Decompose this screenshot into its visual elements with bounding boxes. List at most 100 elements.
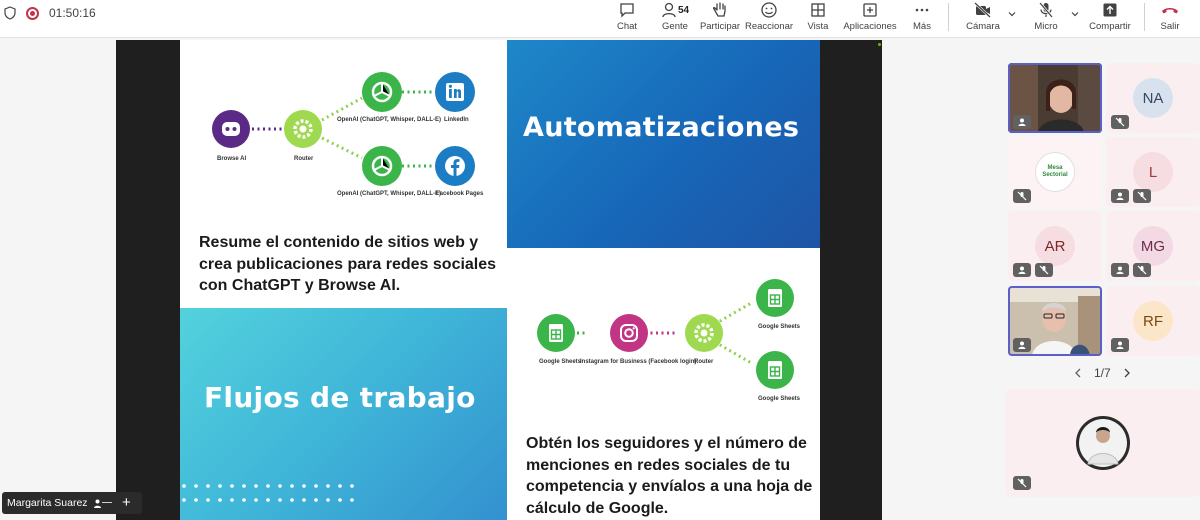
participant-tile-video[interactable] xyxy=(1008,63,1102,133)
meeting-timer: 01:50:16 xyxy=(49,6,96,20)
people-button[interactable]: 54 Gente xyxy=(658,0,692,38)
mic-muted-icon xyxy=(1133,189,1151,203)
google-sheets-label-left: Google Sheets xyxy=(539,359,582,365)
mic-muted-icon xyxy=(1035,263,1053,277)
slide-text-summary: Resume el contenido de sitios web y crea… xyxy=(199,234,497,294)
raise-hand-button[interactable]: Participar xyxy=(700,0,740,38)
camera-off-icon xyxy=(974,2,991,18)
linkedin-icon xyxy=(446,83,464,101)
avatar-na: NA xyxy=(1133,78,1173,118)
browse-ai-node xyxy=(212,110,250,148)
instagram-icon xyxy=(620,324,638,342)
mic-muted-icon xyxy=(1111,115,1129,129)
participant-tile-rf[interactable]: RF xyxy=(1106,286,1200,356)
slide-panel-top-right xyxy=(507,40,820,248)
facebook-icon xyxy=(445,156,465,176)
meeting-toolbar: 01:50:16 Chat 54 Gente Participar Reacci… xyxy=(0,0,1200,38)
mic-muted-icon xyxy=(1013,189,1031,203)
router-label: Router xyxy=(294,156,314,162)
presenter-name: Margarita Suarez xyxy=(7,497,88,509)
presenter-name-bar: Margarita Suarez + xyxy=(2,492,142,514)
avatar-rf: RF xyxy=(1133,301,1173,341)
presenter-icon xyxy=(1013,115,1031,129)
openai-icon xyxy=(371,81,393,103)
google-sheets-node-left xyxy=(537,314,575,352)
recording-icon xyxy=(26,6,39,20)
avatar-l: L xyxy=(1133,152,1173,192)
view-button[interactable]: Vista xyxy=(804,0,832,38)
share-button[interactable]: Compartir xyxy=(1088,0,1132,38)
slide-title-automatizaciones: Automatizaciones xyxy=(523,112,800,143)
apps-button[interactable]: Aplicaciones xyxy=(842,0,898,38)
self-view-tile[interactable] xyxy=(1006,389,1200,497)
chat-icon xyxy=(620,3,634,18)
presenter-icon xyxy=(1111,189,1129,203)
decorative-dots xyxy=(182,484,354,502)
hang-up-icon xyxy=(1162,8,1178,14)
openai-icon xyxy=(371,155,393,177)
meeting-status: 01:50:16 xyxy=(4,5,96,21)
expand-icon[interactable]: + xyxy=(122,495,131,510)
router-label-2: Router xyxy=(694,359,714,365)
mic-muted-icon xyxy=(1013,476,1031,490)
openai-node-bottom xyxy=(362,146,402,186)
share-icon xyxy=(1103,3,1117,17)
hand-icon xyxy=(712,2,726,17)
openai-label-top: OpenAI (ChatGPT, Whisper, DALL-E) xyxy=(337,117,442,123)
smiley-icon xyxy=(761,2,777,18)
sharing-indicator xyxy=(878,43,881,46)
avatar-mg: MG xyxy=(1133,226,1173,266)
presenter-icon xyxy=(93,499,101,508)
google-sheets-node-bottom xyxy=(756,351,794,389)
spreadsheet-icon xyxy=(549,324,563,342)
instagram-label: Instagram for Business (Facebook login) xyxy=(580,359,697,365)
page-indicator: 1/7 xyxy=(1094,366,1111,380)
google-sheets-label-top: Google Sheets xyxy=(758,324,801,330)
presentation-slide: Automatizaciones Flujos de trabajo Resum… xyxy=(180,40,820,520)
react-button[interactable]: Reaccionar xyxy=(745,0,793,38)
add-app-icon xyxy=(863,3,877,17)
router-node xyxy=(284,110,322,148)
ellipsis-icon xyxy=(915,8,929,12)
participant-tile-mg[interactable]: MG xyxy=(1106,211,1200,281)
mic-options-chevron-icon[interactable] xyxy=(1070,9,1080,19)
participant-tile-na[interactable]: NA xyxy=(1106,63,1200,133)
spreadsheet-icon xyxy=(768,361,782,379)
avatar-ar: AR xyxy=(1035,226,1075,266)
more-button[interactable]: Más xyxy=(910,0,934,38)
chevron-left-icon[interactable] xyxy=(1074,368,1082,378)
people-icon xyxy=(662,2,676,18)
mic-button[interactable]: Micro xyxy=(1032,0,1060,38)
openai-node-top xyxy=(362,72,402,112)
linkedin-node xyxy=(435,72,475,112)
participant-tile-ar[interactable]: AR xyxy=(1008,211,1102,281)
presenter-icon xyxy=(1111,263,1129,277)
camera-button[interactable]: Cámara xyxy=(966,0,1000,38)
mic-off-icon xyxy=(1039,2,1053,18)
facebook-label: Facebook Pages xyxy=(436,191,484,197)
presenter-icon xyxy=(1013,263,1031,277)
participant-tile-logo[interactable]: Mesa Sectorial xyxy=(1008,137,1102,207)
spreadsheet-icon xyxy=(768,289,782,307)
toolbar-divider xyxy=(948,3,949,31)
presenter-icon xyxy=(1111,338,1129,352)
facebook-node xyxy=(435,146,475,186)
chat-button[interactable]: Chat xyxy=(612,0,642,38)
gear-icon xyxy=(694,323,714,343)
leave-button[interactable]: Salir xyxy=(1156,0,1184,38)
participant-tile-l[interactable]: L xyxy=(1106,137,1200,207)
camera-options-chevron-icon[interactable] xyxy=(1007,9,1017,19)
minimize-icon[interactable] xyxy=(102,502,112,503)
google-sheets-label-bottom: Google Sheets xyxy=(758,396,801,402)
people-count: 54 xyxy=(677,4,690,16)
slide-title-flujos: Flujos de trabajo xyxy=(204,381,476,414)
router-node-2 xyxy=(685,314,723,352)
avatar-logo: Mesa Sectorial xyxy=(1035,152,1075,192)
openai-label-bottom: OpenAI (ChatGPT, Whisper, DALL-E) xyxy=(337,191,442,197)
self-avatar xyxy=(1076,416,1130,470)
grid-icon xyxy=(811,3,825,17)
gear-icon xyxy=(293,119,313,139)
participant-tile-video-2[interactable] xyxy=(1008,286,1102,356)
chevron-right-icon[interactable] xyxy=(1123,368,1131,378)
mic-muted-icon xyxy=(1133,263,1151,277)
